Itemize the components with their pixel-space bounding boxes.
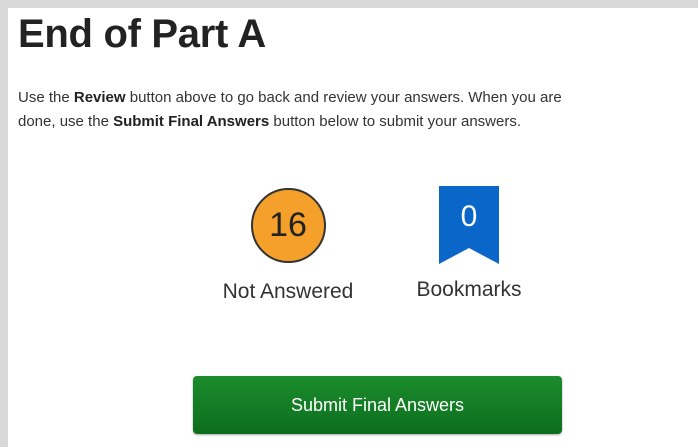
instructions-line-1-prefix: Use the [18,89,74,106]
not-answered-count: 16 [269,206,307,244]
bookmarks-count: 0 [460,200,478,233]
page-title: End of Part A [18,12,266,56]
instructions-line-2-prefix: done, use the [18,113,114,130]
end-of-part-panel: End of Part A Use the Review button abov… [8,8,698,447]
bookmarks-stat: 0 Bookmarks [404,186,534,302]
instructions-line-2: done, use the Submit Final Answers butto… [18,110,698,134]
not-answered-stat: 16 Not Answered [213,188,363,304]
instructions-text: Use the Review button above to go back a… [18,86,698,134]
bookmark-icon: 0 [439,186,499,264]
instructions-line-2-suffix: button below to submit your answers. [269,113,522,130]
submit-final-answers-button[interactable]: Submit Final Answers [193,376,562,434]
instructions-line-1: Use the Review button above to go back a… [18,86,698,110]
instructions-line-1-suffix: button above to go back and review your … [125,89,562,106]
not-answered-count-badge: 16 [250,188,326,263]
not-answered-label: Not Answered [222,280,354,303]
submit-keyword: Submit Final Answers [113,113,270,130]
bookmarks-label: Bookmarks [416,278,522,301]
review-keyword: Review [73,89,126,106]
